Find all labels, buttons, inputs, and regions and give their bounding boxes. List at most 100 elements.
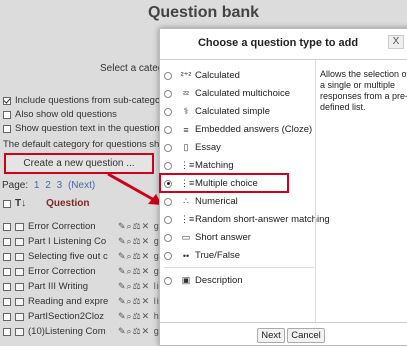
row-checkbox[interactable] [3, 327, 11, 336]
pagination: Page: 1 2 3 (Next) [2, 180, 95, 191]
question-name: (10)Listening Com [28, 326, 106, 337]
calculated-icon: ²⁺² [180, 70, 192, 80]
type-option-numerical[interactable]: ∴ Numerical [164, 193, 238, 210]
table-row: Error Correction ✎⌕⚖✕ gu [3, 265, 166, 278]
paging-label: Page: [2, 180, 29, 191]
question-table-header: T↓ Question [3, 198, 89, 209]
type-label: Calculated simple [195, 106, 270, 117]
type-label: Numerical [195, 196, 238, 207]
type-label: Embedded answers (Cloze) [195, 124, 313, 135]
description-icon: ▣ [181, 275, 191, 285]
type-radio[interactable] [164, 161, 172, 170]
type-radio[interactable] [164, 125, 172, 134]
row-checkbox[interactable] [3, 222, 11, 231]
annotation-arrow-icon [107, 172, 162, 205]
table-row: Part III Writing ✎⌕⚖✕ lia [3, 280, 166, 293]
table-row: Selecting five out c ✎⌕⚖✕ gu [3, 250, 166, 263]
type-option-calculated-multichoice[interactable]: ²² Calculated multichoice [164, 85, 290, 102]
calculated-multichoice-icon: ²² [183, 88, 189, 99]
type-radio[interactable] [164, 215, 172, 224]
question-name: Error Correction [28, 221, 96, 232]
default-category-text: The default category for questions sha [3, 139, 165, 150]
type-radio[interactable] [164, 276, 172, 285]
page-link-3[interactable]: 3 [57, 180, 63, 191]
type-radio[interactable] [164, 89, 172, 98]
question-type-icon [15, 252, 24, 261]
short-answer-icon: ▭ [181, 232, 191, 242]
table-row: Part I Listening Co ✎⌕⚖✕ gu [3, 235, 166, 248]
type-radio[interactable] [164, 143, 172, 152]
type-label: Random short-answer matching [195, 214, 330, 225]
choose-question-type-dialog: Choose a question type to add X ²⁺² Calc… [159, 28, 407, 346]
type-radio[interactable] [164, 233, 172, 242]
sort-type-header[interactable]: T↓ [15, 198, 26, 209]
type-option-short-answer[interactable]: ▭ Short answer [164, 229, 251, 246]
type-label: Essay [195, 142, 221, 153]
divider [160, 322, 407, 323]
page-link-next[interactable]: (Next) [68, 180, 95, 191]
row-checkbox[interactable] [3, 252, 11, 261]
question-name: PartISection2Cloz [28, 311, 105, 322]
type-label: Matching [195, 160, 234, 171]
calculated-simple-icon: ⚕ [183, 106, 189, 116]
type-label: True/False [195, 250, 241, 261]
page-title: Question bank [147, 4, 260, 21]
type-radio[interactable] [164, 197, 172, 206]
row-checkbox[interactable] [3, 237, 11, 246]
include-subcategories-option[interactable]: Include questions from sub-catego [3, 95, 160, 106]
question-type-icon [15, 297, 24, 306]
type-option-matching[interactable]: ⋮≡ Matching [164, 157, 234, 174]
divider [160, 59, 407, 60]
create-new-question-button[interactable]: Create a new question ... [4, 153, 154, 174]
include-subcategories-checkbox[interactable] [3, 96, 11, 105]
table-row: Error Correction ✎⌕⚖✕ gu [3, 220, 166, 233]
question-column-header[interactable]: Question [46, 198, 89, 209]
option-label: Include questions from sub-catego [15, 95, 161, 106]
type-label: Calculated multichoice [195, 88, 291, 99]
question-type-icon [15, 222, 24, 231]
select-all-checkbox[interactable] [3, 199, 11, 208]
type-option-true-false[interactable]: •• True/False [164, 247, 240, 264]
essay-icon: ▯ [183, 142, 189, 152]
question-type-icon [15, 267, 24, 276]
show-question-text-option[interactable]: Show question text in the question [3, 123, 160, 134]
close-icon[interactable]: X [388, 35, 404, 49]
page-link-2[interactable]: 2 [45, 180, 51, 191]
page-link-1[interactable]: 1 [34, 180, 40, 191]
question-name: Selecting five out c [28, 251, 108, 262]
option-label: Also show old questions [15, 109, 117, 120]
row-checkbox[interactable] [3, 267, 11, 276]
type-option-description[interactable]: ▣ Description [164, 272, 243, 289]
dialog-title: Choose a question type to add [197, 37, 359, 49]
question-type-icon [15, 282, 24, 291]
cancel-button[interactable]: Cancel [287, 328, 325, 343]
question-type-icon [15, 312, 24, 321]
type-label: Description [195, 275, 243, 286]
type-option-cloze[interactable]: ≡ Embedded answers (Cloze) [164, 121, 312, 138]
show-question-text-checkbox[interactable] [3, 124, 11, 133]
type-radio[interactable] [164, 107, 172, 116]
matching-icon: ⋮≡ [180, 160, 195, 170]
type-option-essay[interactable]: ▯ Essay [164, 139, 221, 156]
table-row: PartISection2Cloz ✎⌕⚖✕ hu [3, 310, 166, 323]
type-label: Calculated [195, 70, 240, 81]
row-checkbox[interactable] [3, 282, 11, 291]
type-option-calculated[interactable]: ²⁺² Calculated [164, 67, 240, 84]
true-false-icon: •• [182, 250, 190, 261]
row-checkbox[interactable] [3, 312, 11, 321]
table-row: Reading and expre ✎⌕⚖✕ lia [3, 295, 166, 308]
type-radio[interactable] [164, 71, 172, 80]
show-old-questions-checkbox[interactable] [3, 110, 11, 119]
type-option-random-short-answer-matching[interactable]: ⋮≡ Random short-answer matching [164, 211, 330, 228]
show-old-questions-option[interactable]: Also show old questions [3, 109, 117, 120]
question-name: Part III Writing [28, 281, 89, 292]
type-radio[interactable] [164, 251, 172, 260]
numerical-icon: ∴ [183, 196, 189, 206]
row-checkbox[interactable] [3, 297, 11, 306]
divider [164, 267, 314, 268]
next-button[interactable]: Next [257, 328, 285, 343]
question-name: Error Correction [28, 266, 96, 277]
random-short-answer-matching-icon: ⋮≡ [180, 214, 195, 224]
question-type-icon [15, 327, 24, 336]
type-option-calculated-simple[interactable]: ⚕ Calculated simple [164, 103, 270, 120]
